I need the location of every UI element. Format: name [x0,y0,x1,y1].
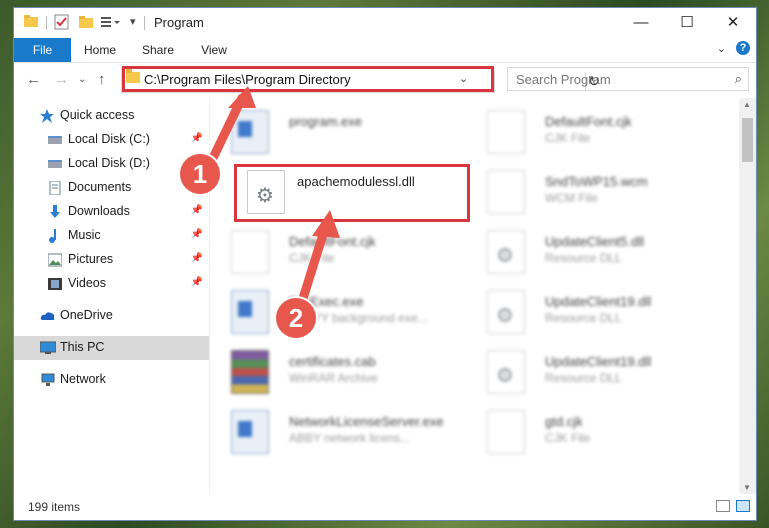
arrow-2-head [312,210,340,238]
step-badge-1: 1 [180,154,220,194]
step-badge-2: 2 [276,298,316,338]
arrow-2-line [295,223,330,313]
arrow-1-head [228,86,256,108]
annotation-arrows [207,86,340,313]
